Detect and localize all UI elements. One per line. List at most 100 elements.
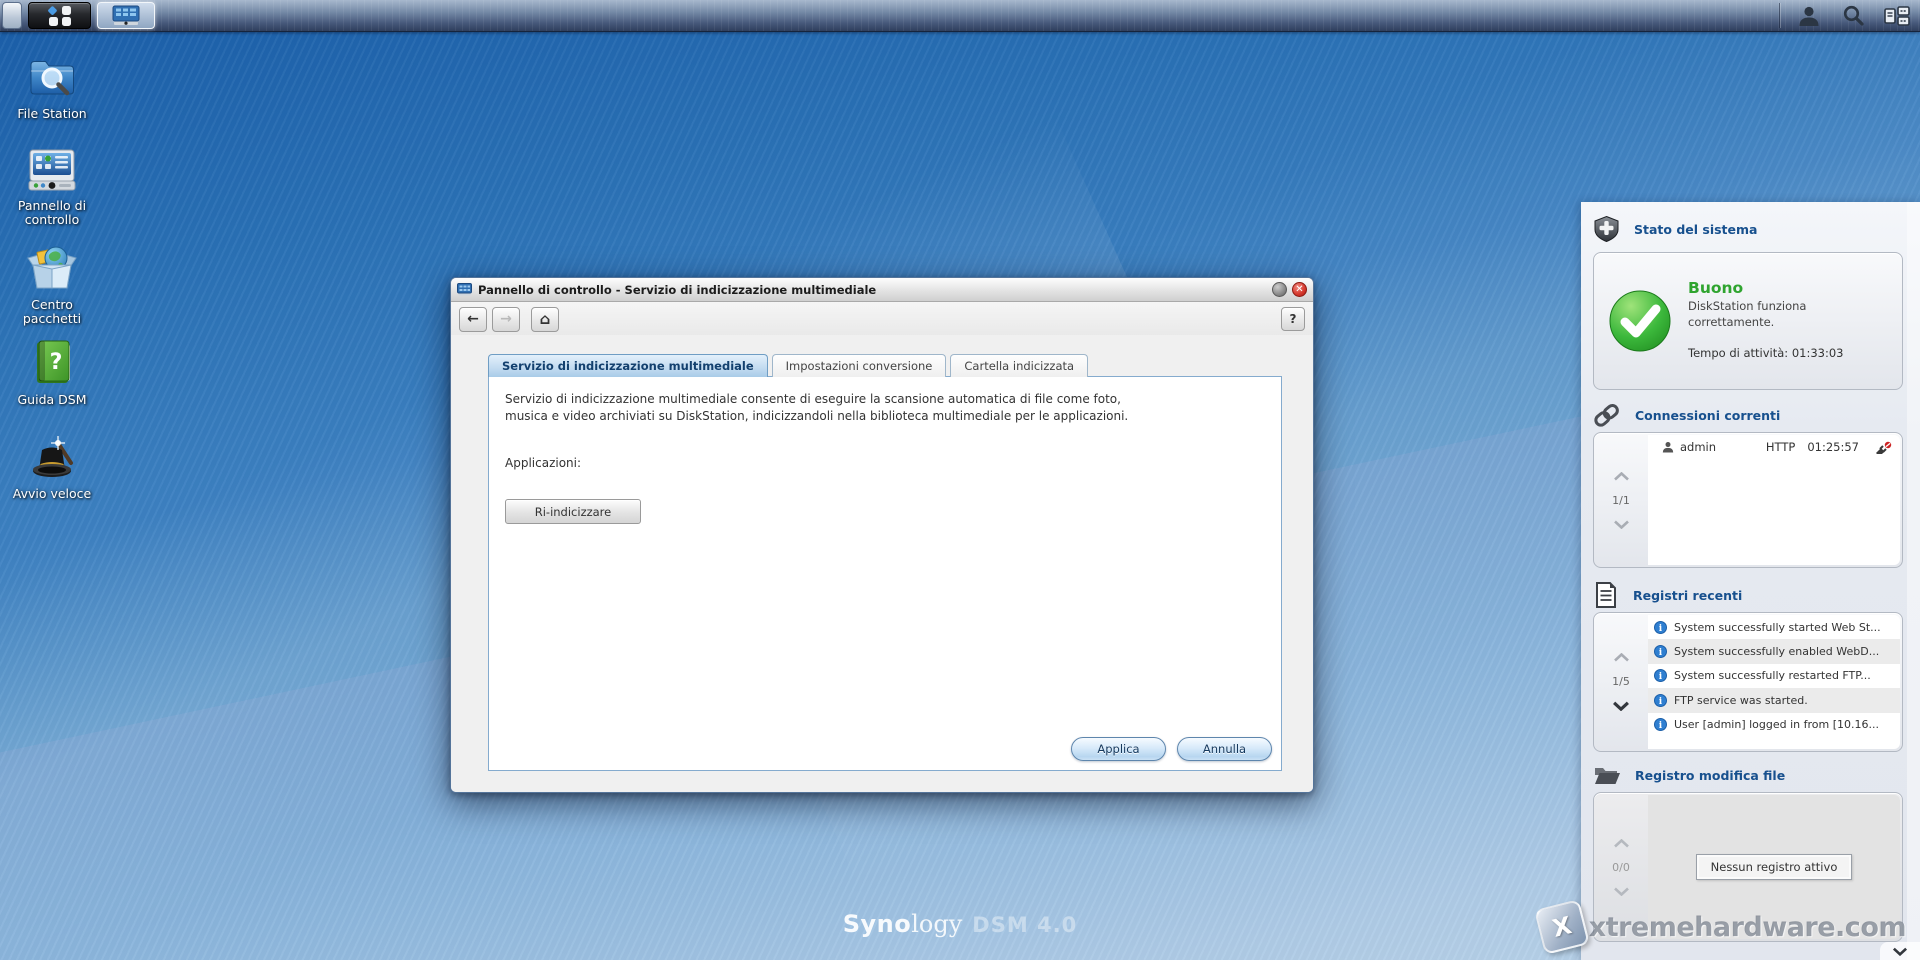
package-center-icon (27, 246, 77, 289)
desktop-icon-control-panel[interactable]: Pannello di controllo (4, 146, 100, 228)
svg-text:i: i (1659, 672, 1663, 682)
widget-title: Registri recenti (1633, 587, 1743, 603)
page-down-icon[interactable] (1613, 520, 1630, 529)
minimize-button[interactable] (1272, 282, 1287, 297)
log-row[interactable]: i User [admin] logged in from [10.16... (1648, 713, 1900, 737)
search-button[interactable] (1838, 3, 1868, 29)
help-icon: ? (1289, 312, 1297, 326)
pager-label: 1/5 (1612, 675, 1630, 688)
service-description: Servizio di indicizzazione multimediale … (505, 392, 1129, 424)
page-up-icon[interactable] (1613, 838, 1630, 848)
log-row[interactable]: i FTP service was started. (1648, 688, 1900, 713)
page-up-icon[interactable] (1613, 653, 1630, 662)
status-description: DiskStation funziona correttamente. (1688, 299, 1807, 329)
info-icon: i (1654, 718, 1667, 732)
close-button[interactable]: ✕ (1292, 282, 1307, 297)
log-document-icon (1596, 582, 1616, 608)
tab-conversion-settings[interactable]: Impostazioni conversione (771, 354, 947, 377)
page-up-icon[interactable] (1613, 471, 1630, 481)
desktop-icon-label: Avvio veloce (12, 486, 92, 501)
logs-pager: 1/5 (1594, 613, 1648, 751)
connection-user: admin (1680, 440, 1717, 454)
recent-logs-box: 1/5 i System successfully started Web St… (1593, 612, 1903, 752)
taskbar (0, 0, 1920, 32)
control-panel-window: Pannello di controllo - Servizio di indi… (450, 277, 1314, 793)
log-row[interactable]: i System successfully restarted FTP... (1648, 664, 1900, 688)
connections-header: Connessioni correnti (1593, 400, 1780, 430)
file-change-log-header: Registro modifica file (1593, 760, 1785, 790)
quick-start-icon (33, 436, 73, 477)
log-row[interactable]: i System successfully started Web St... (1648, 615, 1900, 639)
show-desktop-button[interactable] (2, 2, 22, 29)
desktop-icon-label: Pannello di controllo (17, 198, 87, 228)
svg-text:i: i (1659, 623, 1663, 633)
search-icon (1843, 5, 1864, 26)
shield-icon (1594, 215, 1619, 243)
folder-open-icon (1595, 768, 1620, 784)
forward-button[interactable]: → (492, 306, 520, 332)
no-active-log-label: Nessun registro attivo (1695, 854, 1853, 880)
window-toolbar: ← → ⌂ ? (451, 302, 1313, 336)
system-status-header: Stato del sistema (1593, 214, 1757, 244)
pilot-view-button[interactable] (1882, 3, 1912, 29)
desktop-icon-label: Centro pacchetti (22, 297, 82, 327)
reindex-button[interactable]: Ri-indicizzare (505, 499, 641, 524)
log-row[interactable]: i System successfully enabled WebD... (1648, 639, 1900, 664)
system-status-box: Buono DiskStation funziona correttamente… (1593, 252, 1903, 390)
desktop-icon-quick-start[interactable]: Avvio veloce (4, 430, 100, 501)
disconnect-icon[interactable] (1875, 441, 1892, 454)
help-button[interactable]: ? (1281, 307, 1305, 331)
taskbar-right-icons (1779, 0, 1912, 31)
pager-label: 0/0 (1612, 860, 1630, 874)
window-title: Pannello di controllo - Servizio di indi… (478, 282, 877, 297)
tab-media-indexing-service[interactable]: Servizio di indicizzazione multimediale (488, 354, 768, 377)
desktop-icon-file-station[interactable]: File Station (4, 52, 100, 121)
pilot-view-icon (1884, 5, 1910, 26)
cancel-button[interactable]: Annulla (1177, 737, 1272, 761)
control-panel-task-icon (112, 5, 140, 25)
logs-list: i System successfully started Web St... … (1648, 615, 1900, 749)
back-button[interactable]: ← (459, 306, 487, 332)
user-icon (1799, 6, 1819, 26)
control-panel-icon (28, 149, 76, 191)
system-health-widget-panel: Stato del sistema Buono DiskStation funz… (1581, 202, 1920, 960)
status-value: Buono (1688, 279, 1744, 297)
uptime-label: Tempo di attività: 01:33:03 (1688, 346, 1844, 361)
dsm-desktop: File Station Pannello di controllo Centr… (0, 0, 1920, 960)
apply-button[interactable]: Applica (1071, 737, 1166, 761)
close-icon: ✕ (1295, 283, 1304, 295)
applications-label: Applicazioni: (505, 455, 582, 470)
connection-row[interactable]: admin HTTP 01:25:57 (1648, 435, 1900, 459)
window-body: Servizio di indicizzazione multimediale … (451, 335, 1313, 792)
connection-protocol: HTTP (1765, 440, 1796, 454)
brand-text: Syno (842, 910, 912, 938)
main-menu-button[interactable] (28, 2, 91, 29)
page-down-icon[interactable] (1613, 887, 1630, 896)
window-title-icon (457, 283, 472, 296)
desktop-icon-dsm-help[interactable]: ? Guida DSM (4, 338, 100, 407)
svg-text:?: ? (50, 350, 63, 375)
user-menu-button[interactable] (1794, 3, 1824, 29)
home-button[interactable]: ⌂ (531, 306, 559, 332)
desktop-icon-label: Guida DSM (17, 392, 87, 407)
tab-strip: Servizio di indicizzazione multimediale … (488, 354, 1089, 377)
desktop-icon-package-center[interactable]: Centro pacchetti (4, 243, 100, 327)
status-ok-icon (1609, 290, 1671, 352)
xtremehardware-logo: X (1533, 899, 1590, 955)
dialog-actions: Applica Annulla (1071, 737, 1272, 761)
forward-icon: → (500, 311, 512, 327)
tab-indexed-folder[interactable]: Cartella indicizzata (950, 354, 1089, 377)
page-down-icon[interactable] (1612, 701, 1630, 711)
window-titlebar[interactable]: Pannello di controllo - Servizio di indi… (451, 278, 1313, 302)
svg-text:i: i (1659, 648, 1663, 658)
taskbar-item-control-panel[interactable] (97, 2, 155, 29)
pager-label: 1/1 (1612, 493, 1630, 507)
svg-text:i: i (1659, 697, 1663, 707)
user-icon (1662, 442, 1674, 453)
widget-title: Registro modifica file (1635, 767, 1786, 783)
file-station-icon (30, 61, 74, 96)
widget-title: Connessioni correnti (1635, 407, 1781, 423)
info-icon: i (1654, 669, 1667, 683)
svg-text:i: i (1659, 721, 1663, 731)
info-icon: i (1654, 693, 1667, 707)
